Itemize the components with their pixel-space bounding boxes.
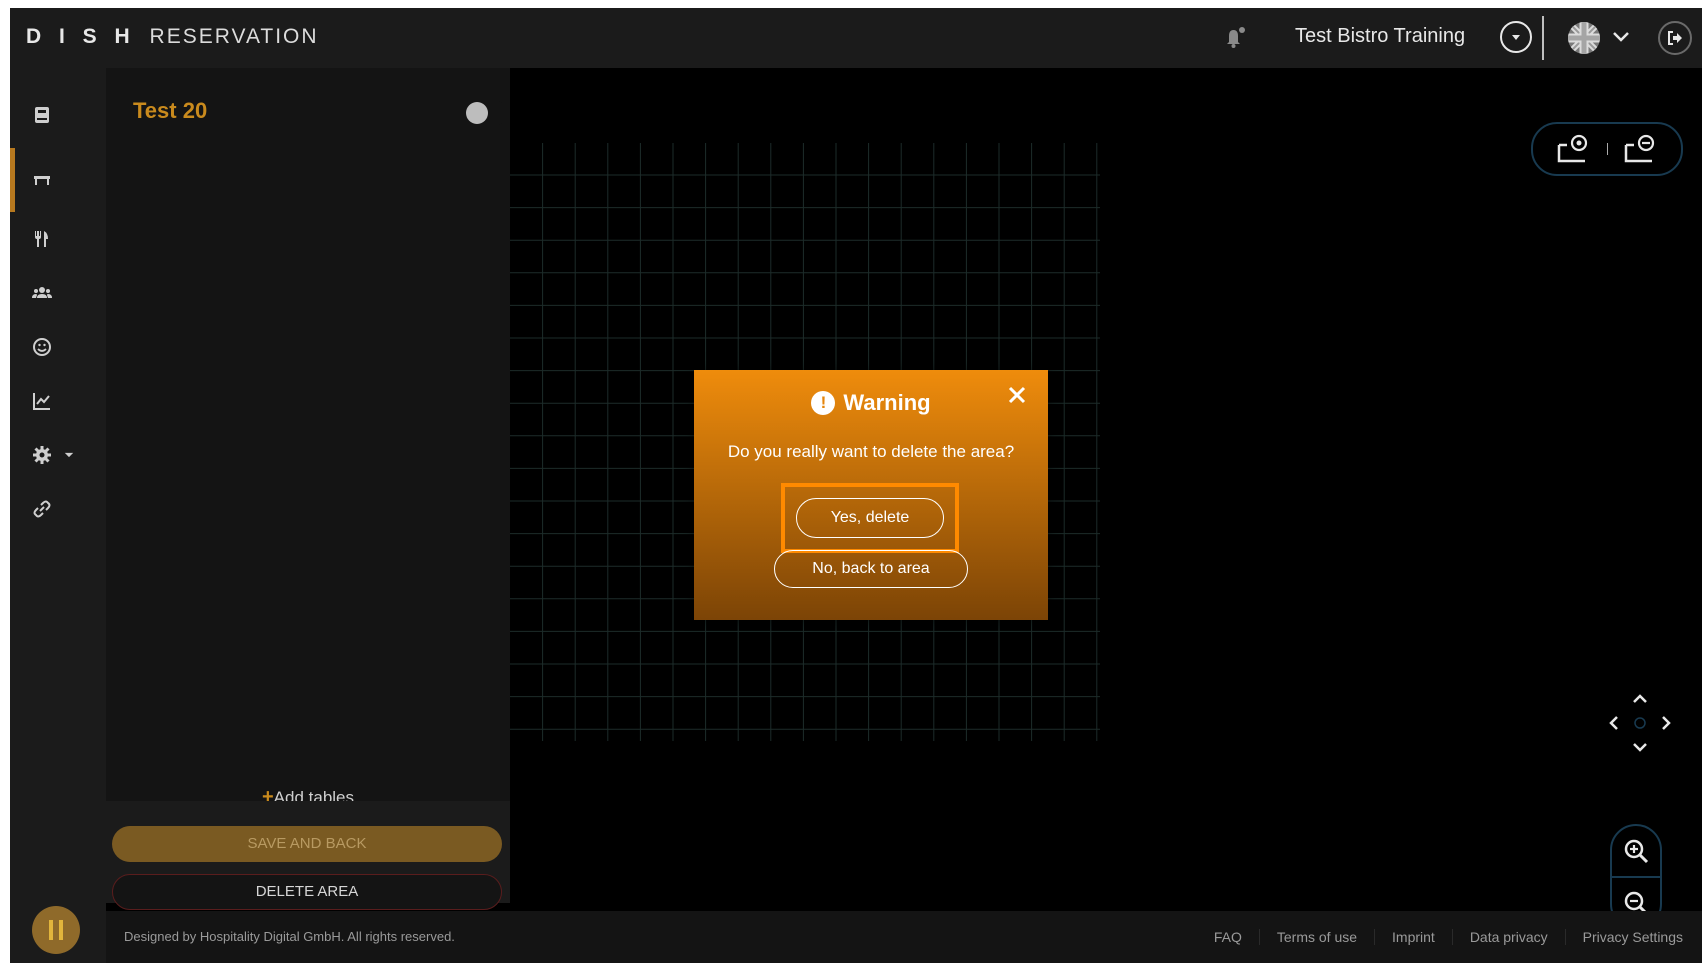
book-icon bbox=[35, 107, 49, 123]
users-icon bbox=[32, 287, 52, 298]
pan-controls bbox=[1600, 688, 1680, 768]
smiley-icon bbox=[33, 338, 51, 356]
footer-links: FAQ Terms of use Imprint Data privacy Pr… bbox=[1197, 929, 1700, 945]
area-panel: Test 20 +Add tables bbox=[106, 68, 510, 903]
pause-button[interactable] bbox=[32, 906, 80, 954]
pan-up-icon[interactable] bbox=[1630, 688, 1650, 708]
pan-left-icon[interactable] bbox=[1603, 713, 1623, 733]
close-icon[interactable] bbox=[1004, 382, 1030, 408]
pan-center-icon[interactable] bbox=[1630, 713, 1650, 733]
top-bar: D I S H RESERVATION Test Bistro Training bbox=[10, 8, 1702, 68]
view-mode-add-icon[interactable] bbox=[1555, 130, 1593, 168]
pan-down-icon[interactable] bbox=[1630, 738, 1650, 758]
footer-link-imprint[interactable]: Imprint bbox=[1374, 929, 1452, 945]
save-and-back-button[interactable]: SAVE AND BACK bbox=[112, 826, 502, 862]
yes-delete-button[interactable]: Yes, delete bbox=[796, 498, 944, 538]
sidebar-item-feedback[interactable] bbox=[10, 322, 106, 372]
bell-icon[interactable] bbox=[1220, 24, 1246, 50]
cutlery-icon bbox=[35, 231, 48, 247]
pause-icon bbox=[49, 920, 63, 940]
page-footer: Designed by Hospitality Digital GmbH. Al… bbox=[106, 911, 1702, 963]
restaurant-name[interactable]: Test Bistro Training bbox=[1295, 25, 1465, 48]
sidebar-item-integrations[interactable] bbox=[10, 484, 106, 534]
table-icon bbox=[34, 176, 50, 185]
footer-link-terms[interactable]: Terms of use bbox=[1258, 929, 1374, 945]
logout-icon bbox=[1668, 31, 1682, 45]
sidebar bbox=[10, 68, 106, 963]
pan-right-icon[interactable] bbox=[1657, 713, 1677, 733]
sidebar-item-menu[interactable] bbox=[10, 214, 106, 264]
chevron-down-circle-icon bbox=[1512, 35, 1520, 40]
chevron-down-icon[interactable] bbox=[1610, 26, 1632, 48]
sidebar-item-reports[interactable] bbox=[10, 376, 106, 426]
logout-button[interactable] bbox=[1658, 21, 1692, 55]
toggle-knob bbox=[466, 102, 488, 124]
gear-icon bbox=[33, 446, 51, 464]
panel-actions: SAVE AND BACK DELETE AREA bbox=[106, 801, 510, 910]
footer-link-faq[interactable]: FAQ bbox=[1197, 929, 1259, 945]
sidebar-item-reservations[interactable] bbox=[10, 90, 106, 140]
view-mode-remove-icon[interactable] bbox=[1622, 130, 1660, 168]
area-name: Test 20 bbox=[133, 98, 208, 123]
floor-plan-canvas[interactable] bbox=[510, 68, 1702, 930]
uk-flag-icon[interactable] bbox=[1567, 21, 1601, 55]
zoom-in-icon[interactable] bbox=[1612, 826, 1660, 876]
view-toggle-separator bbox=[1606, 143, 1608, 155]
area-toggle[interactable] bbox=[466, 101, 508, 125]
sidebar-item-settings[interactable] bbox=[10, 430, 106, 480]
app-logo: D I S H RESERVATION bbox=[26, 25, 319, 48]
caret-down-icon bbox=[64, 452, 74, 458]
warning-icon: ! bbox=[811, 391, 836, 415]
chart-icon bbox=[33, 393, 50, 410]
sidebar-item-tables[interactable] bbox=[10, 148, 106, 212]
view-toggle bbox=[1531, 122, 1683, 176]
dialog-title: ! Warning bbox=[694, 390, 1048, 416]
footer-link-privacy-settings[interactable]: Privacy Settings bbox=[1564, 929, 1700, 945]
copyright-text: Designed by Hospitality Digital GmbH. Al… bbox=[124, 929, 455, 944]
footer-link-data-privacy[interactable]: Data privacy bbox=[1451, 929, 1565, 945]
warning-dialog: ! Warning Do you really want to delete t… bbox=[694, 370, 1048, 620]
sidebar-item-guests[interactable] bbox=[10, 268, 106, 318]
no-back-button[interactable]: No, back to area bbox=[774, 550, 968, 588]
app-window: D I S H RESERVATION Test Bistro Training bbox=[10, 8, 1702, 963]
restaurant-switch-button[interactable] bbox=[1500, 21, 1532, 53]
dialog-message: Do you really want to delete the area? bbox=[727, 442, 1015, 461]
dialog-title-text: Warning bbox=[843, 390, 931, 415]
delete-area-button[interactable]: DELETE AREA bbox=[112, 874, 502, 910]
link-icon bbox=[33, 500, 51, 518]
header-divider bbox=[1542, 16, 1544, 60]
